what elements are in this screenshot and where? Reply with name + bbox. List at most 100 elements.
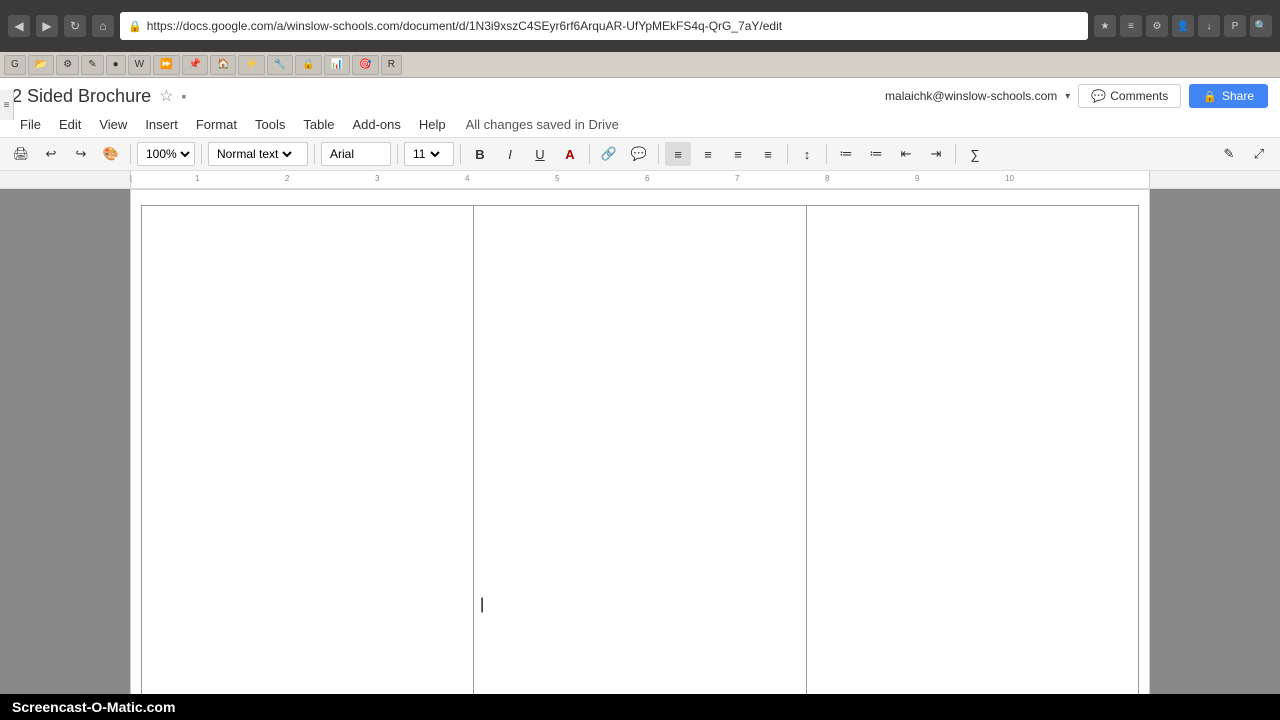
ext-item-9[interactable]: 🏠 [210,55,236,75]
ext-item-1[interactable]: G [4,55,26,75]
ext-item-10[interactable]: ⚡ [238,55,264,75]
folder-location-icon[interactable]: ▪ [181,88,186,104]
comments-label: Comments [1110,89,1168,103]
user-dropdown-icon[interactable]: ▾ [1065,91,1070,102]
left-margin [0,189,130,715]
refresh-button[interactable]: ↻ [64,15,86,37]
table-cell-2[interactable] [474,206,806,699]
expand-button[interactable]: ⤢ [1246,142,1272,166]
redo-button[interactable]: ↪ [68,142,94,166]
ruler-mark-2: 2 [285,174,289,183]
sep2 [201,144,202,164]
ruler: | 1 2 3 4 5 6 7 8 9 10 [0,171,1280,189]
menu-insert[interactable]: Insert [137,114,186,135]
ordered-list-button[interactable]: ≔ [833,142,859,166]
align-left-button[interactable]: ≡ [665,142,691,166]
sep8 [787,144,788,164]
ext-item-7[interactable]: ⏩ [153,55,179,75]
url-text: https://docs.google.com/a/winslow-school… [147,19,782,33]
underline-button[interactable]: U [527,142,553,166]
ruler-mark-8: 8 [825,174,829,183]
ext-item-6[interactable]: W [128,55,151,75]
title-right: malaichk@winslow-schools.com ▾ 💬 Comment… [885,84,1268,108]
sep5 [460,144,461,164]
ext-item-12[interactable]: 🔒 [295,55,321,75]
ext-item-4[interactable]: ✎ [81,55,103,75]
bold-button[interactable]: B [467,142,493,166]
share-label: Share [1222,89,1254,103]
ruler-mark-7: 7 [735,174,739,183]
menu-addons[interactable]: Add-ons [344,114,408,135]
ext-item-13[interactable]: 📊 [324,55,350,75]
ext-item-15[interactable]: R [381,55,402,75]
size-select-input[interactable]: 11 8 10 12 14 [409,146,443,162]
menu-edit[interactable]: Edit [51,114,89,135]
favorite-star-icon[interactable]: ☆ [159,86,173,106]
forward-button[interactable]: ▶ [36,15,58,37]
share-button[interactable]: 🔒 Share [1189,84,1268,108]
extension-bar: G 📂 ⚙ ✎ ● W ⏩ 📌 🏠 ⚡ 🔧 🔒 📊 🎯 R [0,52,1280,78]
url-bar[interactable]: 🔒 https://docs.google.com/a/winslow-scho… [120,12,1088,40]
line-spacing-button[interactable]: ↕ [794,142,820,166]
document-page[interactable]: | [130,189,1150,715]
print-button[interactable]: 🖨 [8,142,34,166]
zoom-select-input[interactable]: 100% 75% 50% 150% [142,146,193,162]
ext-item-2[interactable]: 📂 [28,55,54,75]
align-center-button[interactable]: ≡ [695,142,721,166]
text-style-selector[interactable]: Normal text Heading 1 Heading 2 [208,142,308,166]
toolbar: 🖨 ↩ ↪ 🎨 100% 75% 50% 150% Normal text He… [0,138,1280,171]
bottom-bar: Screencast-O-Matic.com [0,694,1280,720]
table-row [142,206,1139,699]
bookmark-star-icon[interactable]: ★ [1094,15,1116,37]
unordered-list-button[interactable]: ≔ [863,142,889,166]
ruler-mark-3: 3 [375,174,379,183]
align-right-button[interactable]: ≡ [725,142,751,166]
style-select-input[interactable]: Normal text Heading 1 Heading 2 [213,146,295,162]
increase-indent-button[interactable]: ⇥ [923,142,949,166]
font-size-selector[interactable]: 11 8 10 12 14 [404,142,454,166]
undo-button[interactable]: ↩ [38,142,64,166]
zoom-selector[interactable]: 100% 75% 50% 150% [137,142,195,166]
formula-button[interactable]: ∑ [962,142,988,166]
comments-button[interactable]: 💬 Comments [1078,84,1181,108]
link-button[interactable]: 🔗 [596,142,622,166]
download-icon[interactable]: ↓ [1198,15,1220,37]
ext-item-14[interactable]: 🎯 [352,55,378,75]
home-button[interactable]: ⌂ [92,15,114,37]
browser-menu-icon[interactable]: ≡ [1120,15,1142,37]
table-cell-1[interactable] [142,206,474,699]
font-selector[interactable]: Arial Times New Roman Verdana [321,142,391,166]
ext-item-5[interactable]: ● [106,55,126,75]
align-justify-button[interactable]: ≡ [755,142,781,166]
comment-button[interactable]: 💬 [626,142,652,166]
ext-item-3[interactable]: ⚙ [56,55,79,75]
menu-file[interactable]: File [12,114,49,135]
edit-mode-button[interactable]: ✎ [1216,142,1242,166]
sep4 [397,144,398,164]
decrease-indent-button[interactable]: ⇤ [893,142,919,166]
extra2-icon[interactable]: 🔍 [1250,15,1272,37]
document-title[interactable]: 2 Sided Brochure [12,86,151,107]
ext-item-8[interactable]: 📌 [182,55,208,75]
menu-view[interactable]: View [91,114,135,135]
user-icon[interactable]: 👤 [1172,15,1194,37]
menu-help[interactable]: Help [411,114,454,135]
italic-button[interactable]: I [497,142,523,166]
menu-format[interactable]: Format [188,114,245,135]
extensions-icon[interactable]: ⚙ [1146,15,1168,37]
menu-tools[interactable]: Tools [247,114,293,135]
sidebar-toggle[interactable]: ≡ [0,90,14,120]
paint-format-button[interactable]: 🎨 [98,142,124,166]
ruler-mark-4: 4 [465,174,469,183]
back-button[interactable]: ◀ [8,15,30,37]
ext-item-11[interactable]: 🔧 [267,55,293,75]
main-area: | [0,189,1280,715]
text-color-button[interactable]: A [557,142,583,166]
menu-table[interactable]: Table [295,114,342,135]
ruler-mark-5: 5 [555,174,559,183]
table-cell-3[interactable] [806,206,1138,699]
app-header: 2 Sided Brochure ☆ ▪ malaichk@winslow-sc… [0,78,1280,138]
extra1-icon[interactable]: P [1224,15,1246,37]
document-area[interactable]: | [130,189,1150,715]
share-lock-icon: 🔒 [1203,90,1217,103]
